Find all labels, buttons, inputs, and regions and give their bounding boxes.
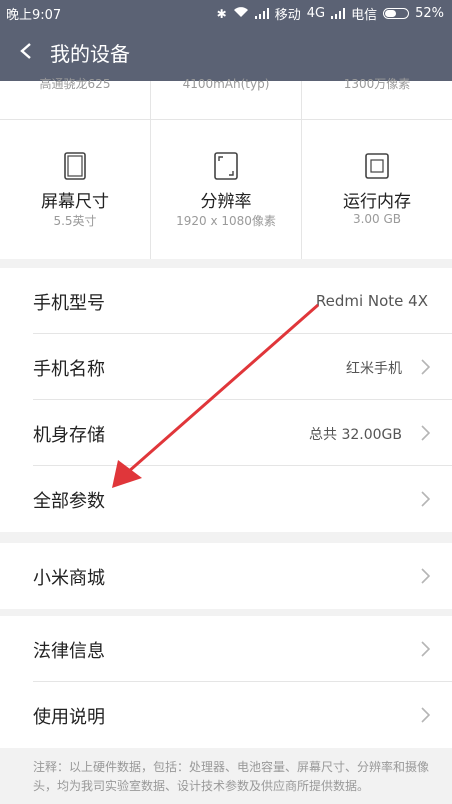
battery-percent: 52% [415, 6, 444, 21]
row-label: 小米商城 [33, 568, 105, 589]
spec-screen-size: 屏幕尺寸 5.5英寸 [0, 151, 150, 229]
carrier-2: 电信 [351, 8, 378, 23]
row-label: 手机名称 [33, 359, 105, 380]
status-indicators: ✱ 移动 4G 电信 52% [217, 4, 444, 23]
row-label: 使用说明 [33, 707, 105, 728]
spec-ram: 运行内存 3.00 GB [302, 151, 452, 226]
row-value: 总共 32.00GB [309, 427, 402, 443]
chevron-right-icon [421, 641, 430, 657]
list-item-model[interactable]: 手机型号 Redmi Note 4X [0, 268, 452, 334]
resolution-icon [214, 152, 238, 180]
carrier-1: 移动 [274, 8, 301, 23]
spec-battery-partial: 4100mAh(typ) [151, 73, 301, 92]
status-time: 晚上9:07 [6, 8, 62, 23]
signal-icon-1 [254, 8, 269, 19]
legal-list: 法律信息 使用说明 [0, 616, 452, 748]
chevron-right-icon [421, 491, 430, 507]
spec-caption: 1300万像素 [343, 77, 411, 91]
bluetooth-icon: ✱ [216, 6, 227, 21]
status-bar: 晚上9:07 ✱ 移动 4G 电信 52% [0, 0, 452, 24]
chevron-right-icon [421, 707, 430, 723]
row-value: 红米手机 [346, 361, 402, 377]
list-item-all-specs[interactable]: 全部参数 [0, 466, 452, 532]
chevron-right-icon [421, 359, 430, 375]
spec-name: 屏幕尺寸 [41, 192, 109, 212]
spec-name: 运行内存 [343, 192, 411, 212]
row-label: 手机型号 [33, 293, 105, 314]
row-label: 法律信息 [33, 641, 105, 662]
list-item-device-name[interactable]: 手机名称 红米手机 [0, 334, 452, 400]
spec-caption: 4100mAh(typ) [182, 77, 270, 91]
screen-icon [64, 152, 86, 180]
back-button[interactable] [16, 36, 38, 66]
chevron-right-icon [421, 425, 430, 441]
top-bar: 晚上9:07 ✱ 移动 4G 电信 52% 我的设备 [0, 0, 452, 81]
spec-caption: 1920 x 1080像素 [176, 214, 276, 228]
spec-caption: 5.5英寸 [53, 214, 97, 228]
spec-caption: 高通骁龙625 [39, 77, 111, 91]
spec-name: 分辨率 [200, 192, 252, 212]
footnote: 注释：以上硬件数据，包括：处理器、电池容量、屏幕尺寸、分辨率和摄像头，均为我司实… [33, 760, 430, 793]
battery-icon [383, 8, 410, 19]
device-info-list: 手机型号 Redmi Note 4X 手机名称 红米手机 机身存储 总共 32.… [0, 268, 452, 532]
store-list: 小米商城 [0, 543, 452, 609]
spec-cpu-partial: 高通骁龙625 [0, 73, 150, 92]
list-item-storage[interactable]: 机身存储 总共 32.00GB [0, 400, 452, 466]
signal-icon-2 [331, 8, 346, 19]
spec-caption: 3.00 GB [352, 212, 402, 226]
spec-resolution: 分辨率 1920 x 1080像素 [151, 151, 301, 229]
list-item-legal-info[interactable]: 法律信息 [0, 616, 452, 682]
spec-camera-partial: 1300万像素 [302, 73, 452, 92]
wifi-icon [233, 6, 249, 22]
chevron-right-icon [421, 568, 430, 584]
row-value: Redmi Note 4X [315, 292, 428, 310]
row-label: 全部参数 [33, 491, 105, 512]
page-title: 我的设备 [50, 42, 130, 66]
memory-chip-icon [365, 153, 389, 179]
list-item-user-guide[interactable]: 使用说明 [0, 682, 452, 748]
network-type: 4G [306, 6, 326, 21]
chevron-left-icon [20, 43, 31, 59]
row-label: 机身存储 [33, 425, 105, 446]
list-item-mi-store[interactable]: 小米商城 [0, 543, 452, 609]
spec-grid: 高通骁龙625 4100mAh(typ) 1300万像素 屏幕尺寸 5.5英寸 … [0, 77, 452, 259]
